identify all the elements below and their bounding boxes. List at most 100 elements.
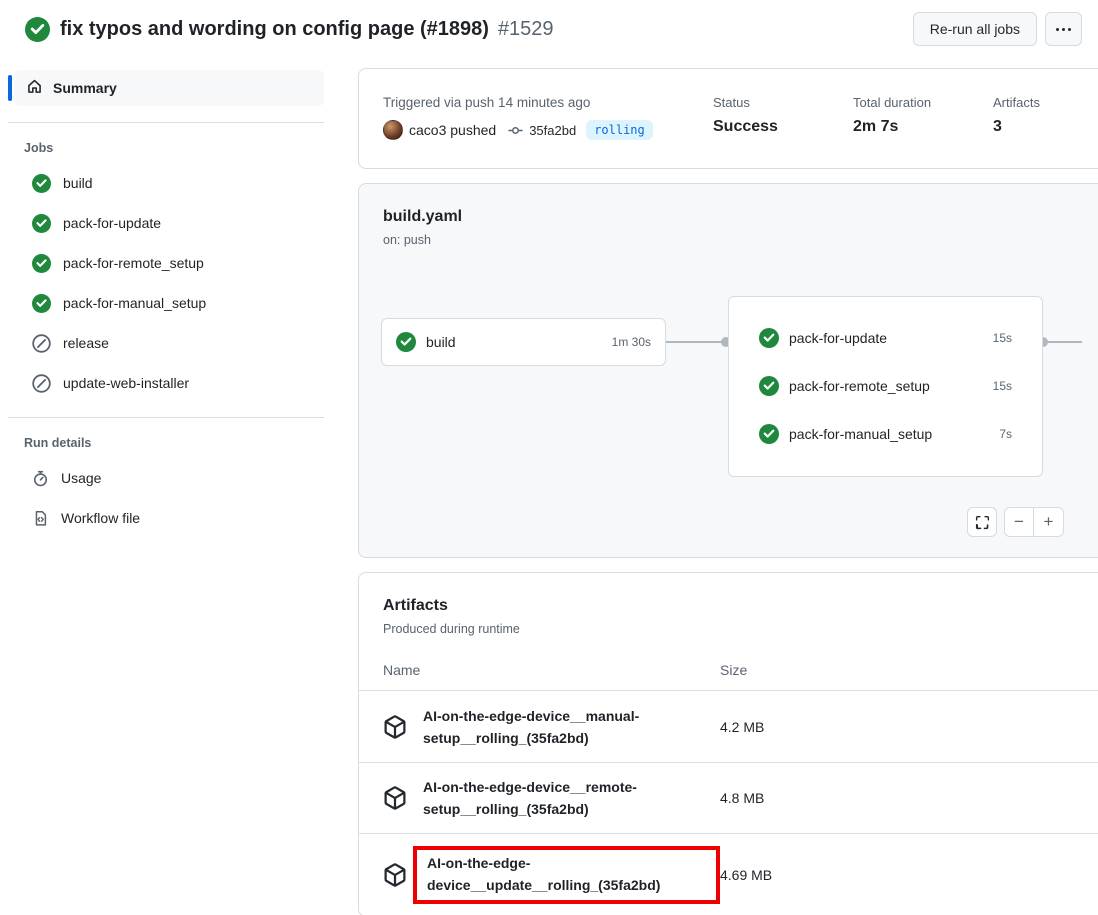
job-label: pack-for-remote_setup <box>789 378 983 394</box>
stat-status: Status Success <box>713 95 853 140</box>
more-options-button[interactable] <box>1045 12 1082 46</box>
sidebar-job-release[interactable]: release <box>8 325 324 361</box>
job-duration: 7s <box>999 427 1012 441</box>
stat-value: 3 <box>993 118 1098 136</box>
run-number: #1529 <box>498 18 554 41</box>
run-details-list: Usage Workflow file <box>8 460 324 536</box>
sidebar-job-pack-for-manual-setup[interactable]: pack-for-manual_setup <box>8 285 324 321</box>
jobs-list: build pack-for-update pack-for-remote_se… <box>8 165 324 401</box>
stat-label: Artifacts <box>993 95 1098 110</box>
workflow-trigger: on: push <box>383 233 1098 247</box>
package-icon <box>383 786 423 810</box>
artifact-name-link-highlighted[interactable]: AI-on-the-edge-device__update__rolling_(… <box>413 846 720 904</box>
skipped-icon <box>32 334 51 353</box>
kebab-horizontal-icon <box>1056 28 1071 31</box>
sidebar-item-summary[interactable]: Summary <box>14 70 324 106</box>
run-details-heading: Run details <box>8 432 324 454</box>
artifact-size: 4.2 MB <box>720 719 1098 735</box>
sidebar-item-workflow-file[interactable]: Workflow file <box>8 500 324 536</box>
success-icon <box>32 174 51 193</box>
success-icon <box>32 294 51 313</box>
zoom-out-button[interactable]: − <box>1005 508 1034 536</box>
sidebar: Summary Jobs build pack-for-update pack-… <box>0 56 340 536</box>
success-icon <box>32 214 51 233</box>
sidebar-job-build[interactable]: build <box>8 165 324 201</box>
skipped-icon <box>32 374 51 393</box>
workflow-file-name: build.yaml <box>383 208 1098 226</box>
graph-group-pack-jobs: pack-for-update 15s pack-for-remote_setu… <box>728 296 1043 477</box>
git-commit-icon <box>508 123 523 138</box>
fullscreen-button[interactable] <box>967 507 997 537</box>
graph-node-pack-for-manual-setup[interactable]: pack-for-manual_setup 7s <box>729 410 1042 458</box>
column-header-size: Size <box>720 662 1098 678</box>
job-label: pack-for-remote_setup <box>63 253 204 273</box>
divider <box>8 122 324 123</box>
artifact-size: 4.8 MB <box>720 790 1098 806</box>
job-label: pack-for-update <box>789 330 983 346</box>
sidebar-item-usage[interactable]: Usage <box>8 460 324 496</box>
divider <box>8 417 324 418</box>
run-summary-card: Triggered via push 14 minutes ago caco3 … <box>358 68 1098 169</box>
stat-label: Total duration <box>853 95 993 110</box>
artifacts-subtitle: Produced during runtime <box>383 622 1098 636</box>
screen-full-icon <box>975 515 990 530</box>
graph-node-build[interactable]: build 1m 30s <box>381 318 666 366</box>
run-title: fix typos and wording on config page (#1… <box>60 18 489 41</box>
summary-label: Summary <box>53 80 117 96</box>
stat-artifacts: Artifacts 3 <box>993 95 1098 140</box>
job-duration: 15s <box>993 331 1012 345</box>
artifacts-card: Artifacts Produced during runtime Name S… <box>358 572 1098 915</box>
main-content: Triggered via push 14 minutes ago caco3 … <box>340 56 1098 915</box>
rerun-all-jobs-button[interactable]: Re-run all jobs <box>913 12 1037 46</box>
home-icon <box>26 78 43 98</box>
zoom-controls: − + <box>1004 507 1064 537</box>
sidebar-job-pack-for-update[interactable]: pack-for-update <box>8 205 324 241</box>
job-label: update-web-installer <box>63 373 189 393</box>
actor-login[interactable]: caco3 <box>409 122 446 138</box>
success-icon <box>759 424 779 444</box>
run-success-icon <box>25 17 50 42</box>
artifact-name-link[interactable]: AI-on-the-edge-device__remote-setup__rol… <box>423 779 637 817</box>
branch-badge[interactable]: rolling <box>586 120 653 140</box>
job-label: release <box>63 333 109 353</box>
workflow-graph-card: build.yaml on: push build 1m 30s pack-fo… <box>358 183 1098 558</box>
graph-connector-line <box>661 341 726 343</box>
artifact-name-link[interactable]: AI-on-the-edge-device__manual-setup__rol… <box>423 708 639 746</box>
stat-value: Success <box>713 118 853 136</box>
run-details-label: Usage <box>61 468 101 488</box>
workflow-file-icon <box>32 510 49 527</box>
job-label: build <box>63 173 93 193</box>
column-header-name: Name <box>383 662 720 678</box>
artifacts-title: Artifacts <box>383 597 1098 615</box>
trigger-text: Triggered via push 14 minutes ago <box>383 95 713 110</box>
sidebar-job-update-web-installer[interactable]: update-web-installer <box>8 365 324 401</box>
actor-action: pushed <box>450 122 496 138</box>
artifact-size: 4.69 MB <box>720 867 1098 883</box>
stat-value: 2m 7s <box>853 118 993 136</box>
artifact-row: AI-on-the-edge-device__remote-setup__rol… <box>359 762 1098 833</box>
success-icon <box>759 328 779 348</box>
job-duration: 15s <box>993 379 1012 393</box>
package-icon <box>383 715 423 739</box>
job-label: pack-for-manual_setup <box>63 293 206 313</box>
artifact-row-highlighted: AI-on-the-edge-device__update__rolling_(… <box>359 833 1098 915</box>
job-label: build <box>426 334 602 350</box>
stopwatch-icon <box>32 470 49 487</box>
stat-total-duration: Total duration 2m 7s <box>853 95 993 140</box>
sidebar-job-pack-for-remote-setup[interactable]: pack-for-remote_setup <box>8 245 324 281</box>
graph-node-pack-for-remote-setup[interactable]: pack-for-remote_setup 15s <box>729 362 1042 410</box>
jobs-heading: Jobs <box>8 137 324 159</box>
job-duration: 1m 30s <box>612 335 651 349</box>
zoom-in-button[interactable]: + <box>1034 508 1063 536</box>
artifact-row: AI-on-the-edge-device__manual-setup__rol… <box>359 691 1098 762</box>
graph-node-pack-for-update[interactable]: pack-for-update 15s <box>729 314 1042 362</box>
run-header: fix typos and wording on config page (#1… <box>0 0 1098 56</box>
stat-label: Status <box>713 95 853 110</box>
success-icon <box>759 376 779 396</box>
job-label: pack-for-manual_setup <box>789 426 989 442</box>
run-details-label: Workflow file <box>61 508 140 528</box>
selected-indicator <box>8 75 12 101</box>
commit-sha-link[interactable]: 35fa2bd <box>529 123 576 138</box>
success-icon <box>32 254 51 273</box>
avatar[interactable] <box>383 120 403 140</box>
